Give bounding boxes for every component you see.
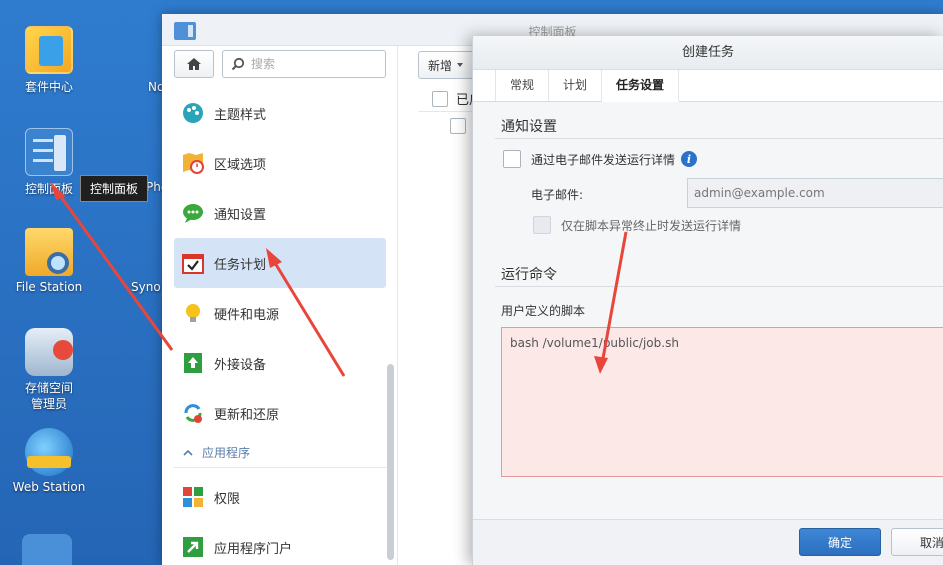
divider (495, 138, 943, 139)
dialog-body: 通知设置 通过电子邮件发送运行详情 i 电子邮件: 仅在脚本异常终止时发送运行详… (473, 102, 943, 519)
sidebar-item-external-devices[interactable]: 外接设备 (174, 338, 386, 388)
divider (495, 286, 943, 287)
sidebar-item-label: 通知设置 (214, 207, 267, 223)
sidebar-item-label: 更新和还原 (214, 407, 280, 423)
region-clock-icon (183, 153, 204, 174)
search-input[interactable] (251, 57, 371, 71)
abnormal-only-checkbox[interactable] (533, 216, 551, 234)
ok-button[interactable]: 确定 (799, 528, 881, 556)
cancel-button[interactable]: 取消 (891, 528, 943, 556)
package-center-icon (25, 26, 73, 74)
add-button[interactable]: 新增 (418, 51, 474, 79)
sidebar-item-hardware-power[interactable]: 硬件和电源 (174, 288, 386, 338)
sidebar-section-apps[interactable]: 应用程序 (174, 438, 386, 468)
search-box[interactable] (222, 50, 386, 78)
desktop-icon-label: File Station (15, 280, 83, 294)
home-icon (187, 58, 201, 70)
storage-database-icon (25, 328, 73, 376)
table-row[interactable] (450, 118, 466, 134)
desktop-icon-package-center[interactable]: 套件中心 (0, 26, 104, 95)
section-title-run-command: 运行命令 (501, 267, 557, 283)
dialog-footer: 确定 取消 (473, 519, 943, 565)
portal-arrow-icon (183, 537, 203, 557)
folder-search-icon (25, 228, 73, 276)
sidebar-item-privileges[interactable]: 权限 (174, 472, 386, 522)
control-panel-icon (25, 128, 73, 176)
tab-task-settings[interactable]: 任务设置 (602, 70, 680, 102)
email-notify-row: 通过电子邮件发送运行详情 i (503, 150, 698, 168)
sidebar-nav: 主题样式 区域选项 通知设置 任务计划 硬件和电源 外接设备 更新和还原 应用程… (174, 88, 386, 565)
refresh-icon (184, 404, 202, 423)
sidebar-item-label: 外接设备 (214, 357, 267, 373)
dialog-tabs: 常规 计划 任务设置 (473, 70, 943, 102)
chat-bubble-icon (183, 204, 203, 223)
info-icon[interactable]: i (681, 151, 698, 167)
tab-schedule[interactable]: 计划 (549, 70, 603, 101)
select-all-checkbox[interactable] (432, 90, 448, 107)
desktop-icon-label: 存储空间 管理员 (24, 381, 73, 411)
tab-general[interactable]: 常规 (495, 70, 550, 101)
sidebar-item-label: 硬件和电源 (214, 307, 280, 323)
desktop-icon-file-station[interactable]: File Station (0, 228, 104, 294)
docker-whale-icon[interactable] (22, 534, 72, 565)
email-label: 电子邮件: (531, 188, 584, 202)
abnormal-only-row: 仅在脚本异常终止时发送运行详情 (533, 216, 741, 234)
sidebar-item-theme[interactable]: 主题样式 (174, 88, 386, 138)
sidebar-item-label: 权限 (214, 491, 241, 507)
abnormal-only-label: 仅在脚本异常终止时发送运行详情 (561, 218, 742, 233)
script-label: 用户定义的脚本 (501, 304, 586, 318)
sidebar-item-label: 主题样式 (214, 107, 267, 123)
sidebar-item-label: 任务计划 (214, 257, 267, 273)
section-label: 应用程序 (202, 446, 251, 460)
sidebar-item-label: 应用程序门户 (214, 541, 293, 557)
section-title-notification: 通知设置 (501, 119, 557, 135)
sidebar: 主题样式 区域选项 通知设置 任务计划 硬件和电源 外接设备 (162, 46, 398, 565)
permissions-icon (183, 487, 203, 507)
sidebar-scrollbar[interactable] (387, 364, 394, 560)
sidebar-item-task-scheduler[interactable]: 任务计划 (174, 238, 386, 288)
lightbulb-icon (186, 304, 200, 322)
script-textarea[interactable] (501, 327, 943, 477)
email-field[interactable] (687, 178, 943, 208)
create-task-dialog: 创建任务 常规 计划 任务设置 通知设置 通过电子邮件发送运行详情 i 电子邮件… (472, 36, 943, 565)
caret-down-icon (457, 63, 463, 67)
desktop-icon-storage-manager[interactable]: 存储空间 管理员 (0, 328, 104, 412)
upload-device-icon (184, 353, 202, 373)
home-button[interactable] (174, 50, 214, 78)
desktop-icon-label: 套件中心 (24, 80, 73, 94)
sidebar-item-app-portal[interactable]: 应用程序门户 (174, 522, 386, 565)
desktop-icon-label: Web Station (12, 480, 86, 494)
chevron-up-icon (183, 449, 193, 456)
calendar-check-icon (182, 254, 204, 274)
desktop-icon-web-station[interactable]: Web Station (0, 428, 104, 494)
tooltip: 控制面板 (80, 175, 149, 202)
sidebar-item-notification[interactable]: 通知设置 (174, 188, 386, 238)
sidebar-item-update-restore[interactable]: 更新和还原 (174, 388, 386, 438)
sidebar-item-region[interactable]: 区域选项 (174, 138, 386, 188)
sidebar-item-label: 区域选项 (214, 157, 267, 173)
email-notify-label: 通过电子邮件发送运行详情 (531, 152, 676, 167)
search-icon (231, 57, 245, 71)
email-notify-checkbox[interactable] (503, 150, 521, 168)
globe-www-icon (25, 428, 73, 476)
row-checkbox[interactable] (450, 118, 466, 134)
desktop-cut-label: Syno (131, 280, 161, 294)
add-button-label: 新增 (427, 58, 452, 73)
dialog-title: 创建任务 (473, 36, 943, 70)
palette-icon (183, 103, 203, 123)
